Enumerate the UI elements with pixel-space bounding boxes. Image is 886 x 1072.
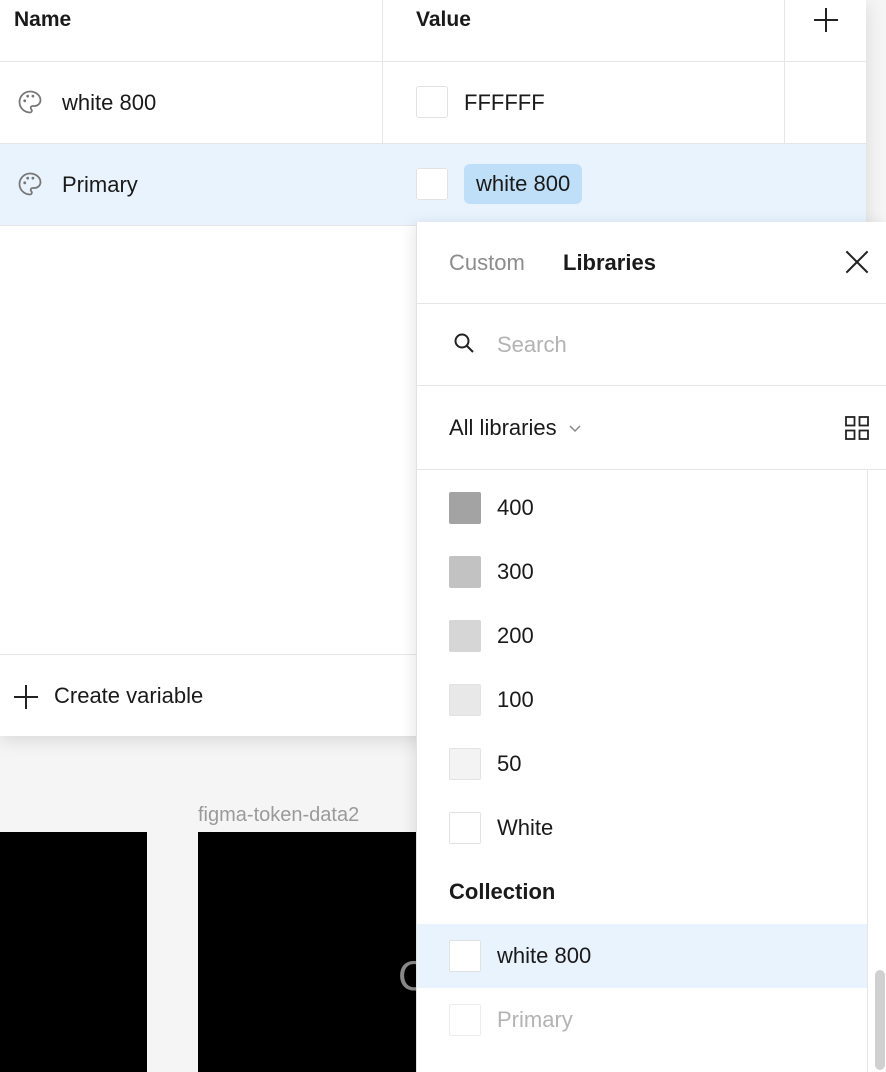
- close-icon[interactable]: [845, 250, 869, 274]
- palette-icon: [18, 90, 42, 114]
- column-header-name: Name: [14, 8, 72, 31]
- color-swatch[interactable]: [416, 86, 448, 118]
- color-label: white 800: [497, 943, 592, 968]
- list-item-white-800[interactable]: white 800: [417, 924, 867, 988]
- library-filter-bar: All libraries: [417, 386, 886, 470]
- table-row[interactable]: Primary white 800: [0, 144, 866, 226]
- list-item-100[interactable]: 100: [417, 668, 867, 732]
- color-swatch: [449, 940, 481, 972]
- canvas-frame-token-data2[interactable]: C: [198, 832, 438, 1072]
- color-swatch: [449, 620, 481, 652]
- chevron-down-icon: [569, 425, 581, 433]
- grid-view-icon[interactable]: [845, 416, 869, 440]
- add-mode-button[interactable]: [812, 6, 840, 34]
- list-item-200[interactable]: 200: [417, 604, 867, 668]
- color-swatch: [449, 492, 481, 524]
- search-icon: [454, 333, 474, 353]
- list-item-white[interactable]: White: [417, 796, 867, 860]
- tab-custom[interactable]: Custom: [449, 222, 525, 304]
- variable-name[interactable]: Primary: [62, 144, 138, 226]
- color-swatch: [449, 748, 481, 780]
- color-label: 200: [497, 623, 534, 648]
- picker-tabs: Custom Libraries: [417, 222, 886, 304]
- library-filter-label: All libraries: [449, 415, 557, 440]
- color-swatch[interactable]: [416, 168, 448, 200]
- variable-name[interactable]: white 800: [62, 62, 156, 144]
- color-label: 50: [497, 751, 522, 776]
- color-label: 100: [497, 687, 534, 712]
- list-item-50[interactable]: 50: [417, 732, 867, 796]
- tab-libraries[interactable]: Libraries: [563, 222, 656, 304]
- table-row[interactable]: white 800 FFFFFF: [0, 62, 866, 144]
- color-list: 400 300 200 100 50 White Collection whit…: [417, 470, 867, 1072]
- color-label: 400: [497, 495, 534, 520]
- list-item-400[interactable]: 400: [417, 476, 867, 540]
- variable-value[interactable]: FFFFFF: [464, 62, 545, 144]
- create-variable-button[interactable]: Create variable: [0, 654, 420, 736]
- search-bar: [417, 304, 886, 386]
- frame-label[interactable]: figma-token-data2: [198, 804, 359, 827]
- color-swatch: [449, 1004, 481, 1036]
- color-label: 300: [497, 559, 534, 584]
- color-label: White: [497, 815, 554, 840]
- scrollbar-thumb[interactable]: [875, 970, 885, 1070]
- library-filter-dropdown[interactable]: All libraries: [449, 386, 583, 470]
- color-label: Primary: [497, 1007, 573, 1032]
- variable-picker-popover: Custom Libraries All libraries 400: [416, 222, 886, 1072]
- color-swatch: [449, 556, 481, 588]
- collection-heading: Collection: [449, 879, 556, 904]
- alias-pill[interactable]: white 800: [464, 164, 583, 204]
- scrollbar-track: [867, 470, 868, 1072]
- list-item-primary[interactable]: Primary: [417, 988, 867, 1052]
- table-header: Name Value: [0, 0, 866, 62]
- color-swatch: [449, 684, 481, 716]
- canvas-frame[interactable]: [0, 832, 147, 1072]
- column-header-value: Value: [416, 8, 471, 31]
- create-variable-label: Create variable: [54, 683, 204, 708]
- palette-icon: [18, 172, 42, 196]
- search-input[interactable]: [497, 324, 857, 366]
- plus-icon: [14, 685, 38, 709]
- color-swatch: [449, 812, 481, 844]
- list-item-300[interactable]: 300: [417, 540, 867, 604]
